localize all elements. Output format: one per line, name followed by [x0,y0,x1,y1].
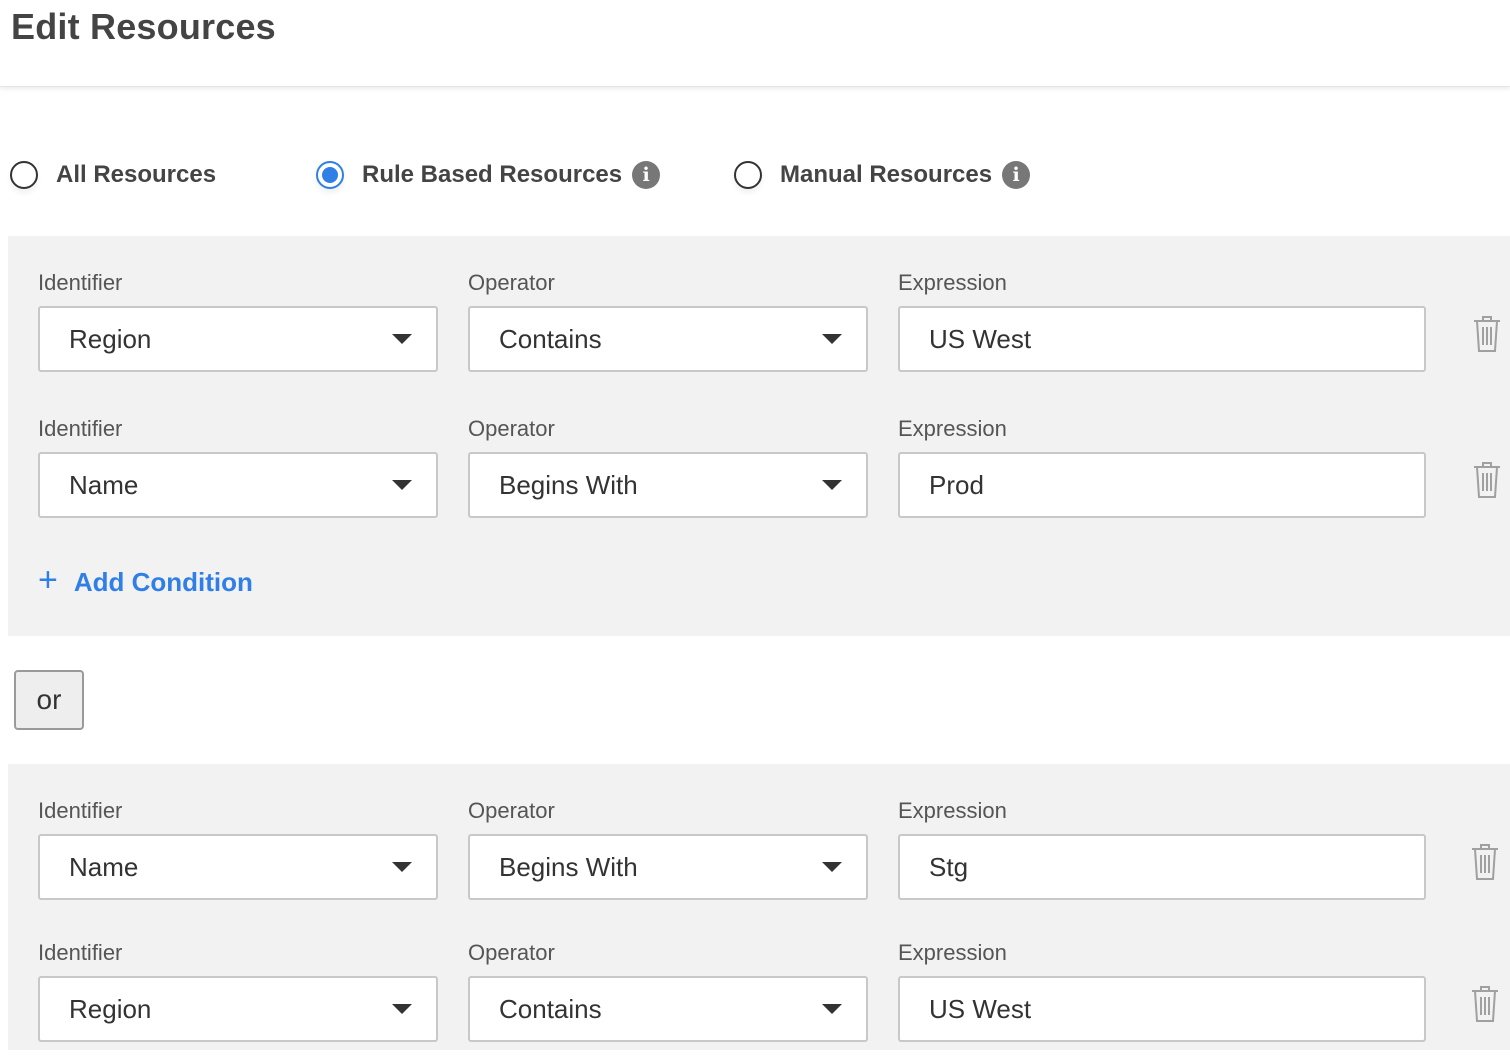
expression-label: Expression [898,798,1007,823]
identifier-label: Identifier [38,940,123,965]
operator-label: Operator [468,270,555,295]
condition-row: Identifier Name Operator Begins With Exp… [8,798,1510,918]
caret-down-icon [822,480,842,490]
plus-icon: + [38,561,58,599]
radio-circle-icon[interactable] [734,161,762,189]
condition-row: Identifier Name Operator Begins With Exp… [8,416,1510,536]
condition-row: Identifier Region Operator Contains Expr… [8,270,1510,390]
operator-label: Operator [468,416,555,441]
trash-icon[interactable] [1470,842,1500,882]
identifier-value: Region [69,993,152,1024]
radio-label-manual-resources: Manual Resources [780,161,993,188]
radio-selected-dot [322,167,338,183]
identifier-value: Name [69,469,139,500]
operator-label: Operator [468,798,555,823]
radio-circle-icon[interactable] [10,161,38,189]
trash-icon[interactable] [1472,314,1502,354]
caret-down-icon [822,1004,842,1014]
expression-input[interactable]: Prod [898,452,1426,518]
add-condition-label: Add Condition [73,566,253,597]
radio-label-rule-based-resources: Rule Based Resources [362,161,623,188]
identifier-select[interactable]: Name [38,452,438,518]
expression-label: Expression [898,270,1007,295]
radio-all-resources[interactable]: All Resources [10,150,216,200]
operator-select[interactable]: Begins With [468,834,868,900]
caret-down-icon [392,480,412,490]
caret-down-icon [392,1004,412,1014]
operator-select[interactable]: Begins With [468,452,868,518]
caret-down-icon [392,862,412,872]
expression-input[interactable]: US West [898,976,1426,1042]
condition-group-1: Identifier Region Operator Contains Expr… [8,236,1510,636]
identifier-value: Name [69,851,139,882]
expression-input[interactable]: US West [898,306,1426,372]
caret-down-icon [822,334,842,344]
expression-value: US West [929,993,1032,1024]
expression-label: Expression [898,416,1007,441]
page-title: Edit Resources [11,6,276,47]
or-connector-button[interactable]: or [14,670,84,730]
identifier-label: Identifier [38,798,123,823]
add-condition-button[interactable]: + Add Condition [38,562,253,602]
condition-row: Identifier Region Operator Contains Expr… [8,940,1510,1060]
caret-down-icon [392,334,412,344]
radio-manual-resources[interactable]: Manual Resources i [734,150,1031,200]
operator-select[interactable]: Contains [468,976,868,1042]
resource-mode-radio-group: All Resources Rule Based Resources i Man… [0,150,1510,200]
condition-group-2: Identifier Name Operator Begins With Exp… [8,764,1510,1050]
info-icon[interactable]: i [632,161,661,189]
radio-circle-icon[interactable] [316,161,344,189]
identifier-select[interactable]: Region [38,306,438,372]
operator-select[interactable]: Contains [468,306,868,372]
radio-rule-based-resources[interactable]: Rule Based Resources i [316,150,661,200]
info-icon[interactable]: i [1002,161,1031,189]
expression-value: Stg [929,851,969,882]
radio-label-all-resources: All Resources [56,161,217,188]
operator-value: Begins With [499,851,638,882]
expression-value: US West [929,323,1032,354]
operator-value: Contains [499,323,602,354]
identifier-select[interactable]: Name [38,834,438,900]
expression-value: Prod [929,469,984,500]
operator-value: Begins With [499,469,638,500]
page-header: Edit Resources [0,0,1510,87]
identifier-value: Region [69,323,152,354]
identifier-label: Identifier [38,270,123,295]
operator-label: Operator [468,940,555,965]
operator-value: Contains [499,993,602,1024]
trash-icon[interactable] [1472,460,1502,500]
identifier-label: Identifier [38,416,123,441]
expression-label: Expression [898,940,1007,965]
caret-down-icon [822,862,842,872]
trash-icon[interactable] [1470,984,1500,1024]
identifier-select[interactable]: Region [38,976,438,1042]
expression-input[interactable]: Stg [898,834,1426,900]
